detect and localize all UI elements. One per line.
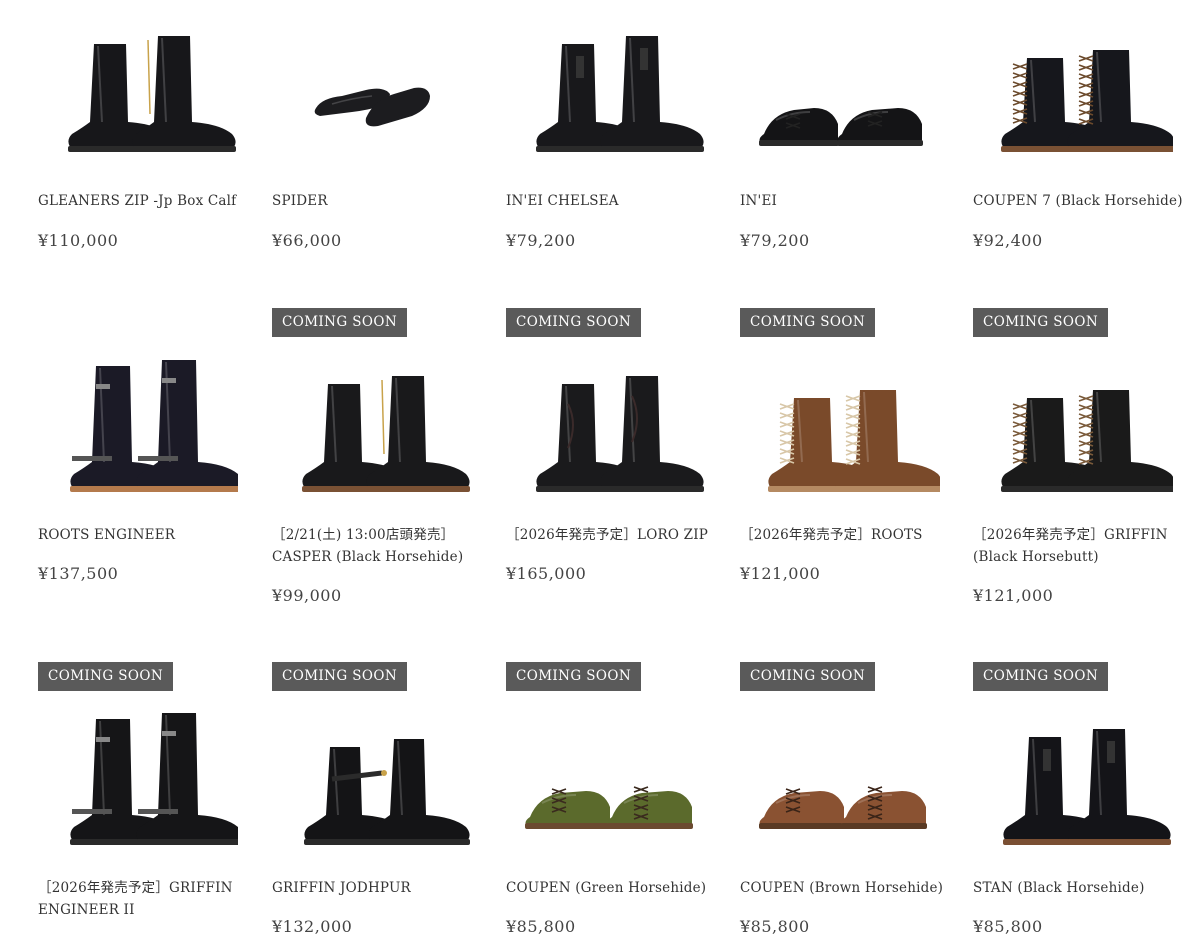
product-image[interactable] [272,697,472,857]
product-image[interactable] [973,697,1173,857]
product-name[interactable]: ［2026年発売予定］ROOTS [740,524,940,546]
product-name[interactable]: (Black Horsebutt) [973,546,1173,568]
product-price: ¥110,000 [38,231,119,250]
coming-soon-badge: COMING SOON [506,662,642,691]
product-price: ¥137,500 [38,564,119,583]
product-image[interactable] [506,697,706,857]
product-image[interactable] [506,4,706,164]
coming-soon-badge: COMING SOON [740,308,876,337]
product-name[interactable]: GLEANERS ZIP -Jp Box Calf [38,190,238,212]
product-price: ¥85,800 [506,917,576,936]
product-image[interactable] [740,697,940,857]
coming-soon-badge: COMING SOON [272,662,408,691]
product-image[interactable] [973,4,1173,164]
coming-soon-badge: COMING SOON [973,308,1109,337]
product-name[interactable]: COUPEN 7 (Black Horsehide) [973,190,1182,212]
product-name[interactable]: ［2026年発売予定］GRIFFIN [973,524,1173,546]
product-image[interactable] [740,4,940,164]
product-name[interactable]: COUPEN (Brown Horsehide) [740,877,943,899]
product-name[interactable]: SPIDER [272,190,472,212]
coming-soon-badge: COMING SOON [272,308,408,337]
product-image[interactable] [973,344,1173,504]
product-image[interactable] [272,344,472,504]
coming-soon-badge: COMING SOON [38,662,174,691]
product-image[interactable] [38,4,238,164]
product-price: ¥92,400 [973,231,1043,250]
coming-soon-badge: COMING SOON [506,308,642,337]
product-image[interactable] [740,344,940,504]
product-name[interactable]: ENGINEER II [38,899,238,921]
product-image[interactable] [38,697,238,857]
product-price: ¥132,000 [272,917,353,936]
product-name[interactable]: IN'EI [740,190,940,212]
product-image[interactable] [506,344,706,504]
product-name[interactable]: ［2/21(土) 13:00店頭発売］ [272,524,472,546]
product-price: ¥85,800 [740,917,810,936]
product-name[interactable]: GRIFFIN JODHPUR [272,877,472,899]
product-price: ¥79,200 [740,231,810,250]
product-name[interactable]: STAN (Black Horsehide) [973,877,1173,899]
product-name[interactable]: IN'EI CHELSEA [506,190,706,212]
product-price: ¥121,000 [740,564,821,583]
product-name[interactable]: ［2026年発売予定］GRIFFIN [38,877,238,899]
product-price: ¥79,200 [506,231,576,250]
product-name[interactable]: CASPER (Black Horsehide) [272,546,472,568]
product-price: ¥85,800 [973,917,1043,936]
product-name[interactable]: ROOTS ENGINEER [38,524,238,546]
product-price: ¥66,000 [272,231,342,250]
product-price: ¥121,000 [973,586,1054,605]
coming-soon-badge: COMING SOON [973,662,1109,691]
product-image[interactable] [38,344,238,504]
coming-soon-badge: COMING SOON [740,662,876,691]
product-name[interactable]: ［2026年発売予定］LORO ZIP [506,524,708,546]
product-price: ¥165,000 [506,564,587,583]
product-image[interactable] [272,4,472,164]
product-price: ¥99,000 [272,586,342,605]
product-name[interactable]: COUPEN (Green Horsehide) [506,877,706,899]
